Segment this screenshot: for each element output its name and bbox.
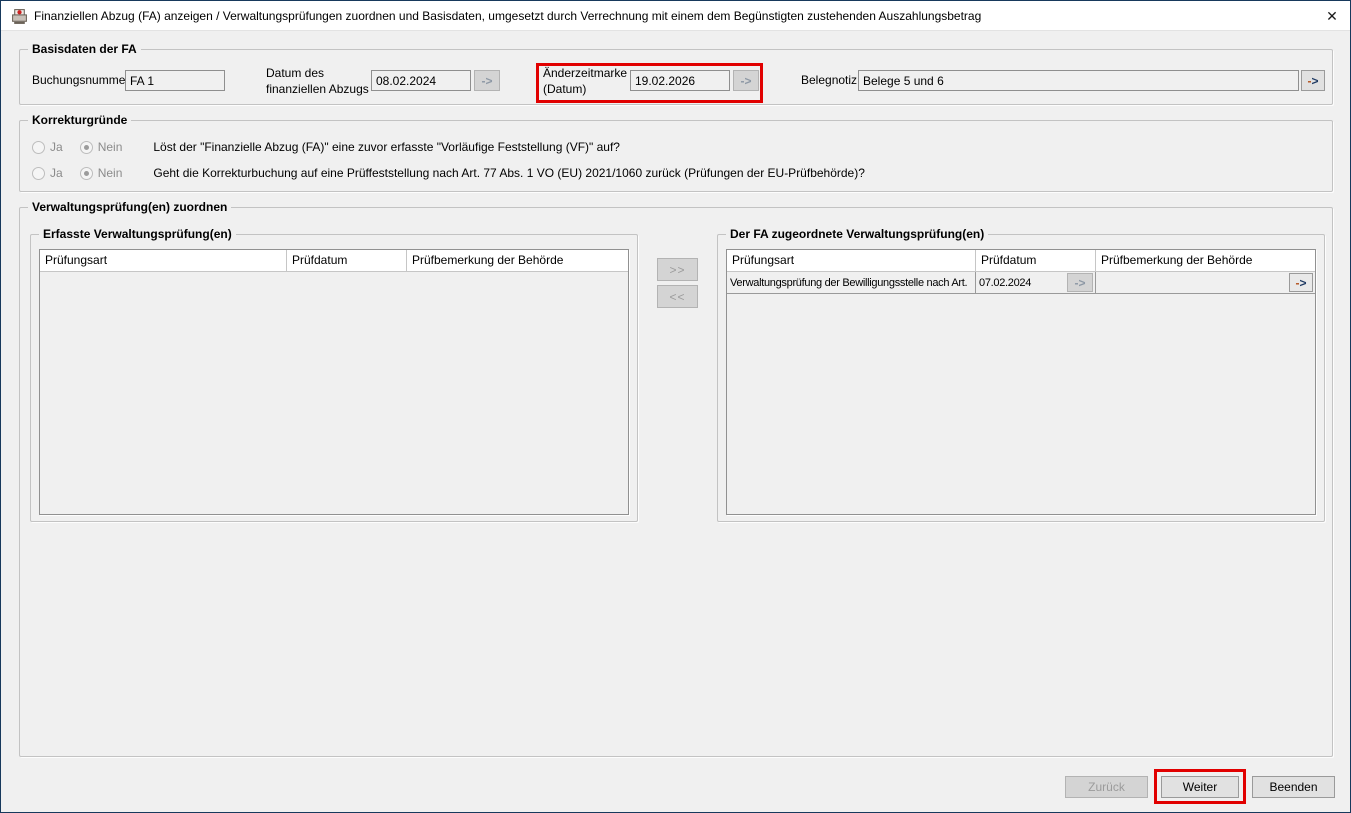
- vf-question-text: Löst der "Finanzielle Abzug (FA)" eine z…: [153, 140, 620, 154]
- vf-ja-label: Ja: [50, 140, 63, 154]
- aenderzeitmarke-picker-button: ->: [733, 70, 759, 91]
- pruef-ja-label: Ja: [50, 166, 63, 180]
- erfasste-col-pruefbemerkung: Prüfbemerkung der Behörde: [407, 250, 628, 271]
- pruef-ja-radio: [32, 167, 45, 180]
- dialog-window: Finanziellen Abzug (FA) anzeigen / Verwa…: [0, 0, 1351, 813]
- group-zuordnen-legend: Verwaltungsprüfung(en) zuordnen: [28, 200, 231, 214]
- cell-pruefbemerkung: ->: [1096, 272, 1315, 293]
- table-row[interactable]: Verwaltungsprüfung der Bewilligungsstell…: [727, 272, 1315, 294]
- cell-pruefdatum: 07.02.2024 ->: [976, 272, 1096, 293]
- group-zugeordnete: Der FA zugeordnete Verwaltungsprüfung(en…: [717, 234, 1325, 522]
- vf-ja-radio: [32, 141, 45, 154]
- pruef-nein-radio: [80, 167, 93, 180]
- belegnotiz-label: Belegnotiz: [801, 73, 857, 89]
- pruefdatum-expand-button: ->: [1067, 273, 1093, 292]
- erfasste-table: Prüfungsart Prüfdatum Prüfbemerkung der …: [39, 249, 629, 515]
- buchungsnummer-label: Buchungsnummer: [32, 73, 129, 89]
- erfasste-col-pruefdatum: Prüfdatum: [287, 250, 407, 271]
- pruefbemerkung-expand-button[interactable]: ->: [1289, 273, 1313, 292]
- pruef-nein-label: Nein: [98, 166, 123, 180]
- pruef-question-text: Geht die Korrekturbuchung auf eine Prüff…: [153, 166, 865, 180]
- belegnotiz-input[interactable]: [858, 70, 1299, 91]
- move-right-button: >>: [657, 258, 698, 281]
- aenderzeitmarke-label: Änderzeitmarke (Datum): [543, 66, 633, 97]
- datum-abzug-input[interactable]: [371, 70, 471, 91]
- zugeordnete-table-header: Prüfungsart Prüfdatum Prüfbemerkung der …: [727, 250, 1315, 272]
- belegnotiz-expand-button[interactable]: ->: [1301, 70, 1325, 91]
- move-left-button: <<: [657, 285, 698, 308]
- beenden-button[interactable]: Beenden: [1252, 776, 1335, 798]
- group-korrekturgruende: Korrekturgründe Ja Nein Löst der "Finanz…: [19, 120, 1333, 192]
- group-basisdaten-legend: Basisdaten der FA: [28, 42, 141, 56]
- datum-abzug-label: Datum des finanziellen Abzugs: [266, 66, 371, 97]
- vf-nein-label: Nein: [98, 140, 123, 154]
- weiter-button[interactable]: Weiter: [1161, 776, 1239, 798]
- group-erfasste: Erfasste Verwaltungsprüfung(en) Prüfungs…: [30, 234, 638, 522]
- titlebar: Finanziellen Abzug (FA) anzeigen / Verwa…: [1, 1, 1350, 31]
- group-korrekturgruende-legend: Korrekturgründe: [28, 113, 131, 127]
- erfasste-col-pruefungsart: Prüfungsart: [40, 250, 287, 271]
- zugeordnete-col-pruefdatum: Prüfdatum: [976, 250, 1096, 271]
- group-erfasste-legend: Erfasste Verwaltungsprüfung(en): [39, 227, 236, 241]
- group-zuordnen: Verwaltungsprüfung(en) zuordnen Erfasste…: [19, 207, 1333, 757]
- zurueck-button: Zurück: [1065, 776, 1148, 798]
- close-icon[interactable]: ✕: [1319, 4, 1345, 28]
- erfasste-table-header: Prüfungsart Prüfdatum Prüfbemerkung der …: [40, 250, 628, 272]
- vf-nein-radio: [80, 141, 93, 154]
- aenderzeitmarke-input[interactable]: [630, 70, 730, 91]
- group-zugeordnete-legend: Der FA zugeordnete Verwaltungsprüfung(en…: [726, 227, 988, 241]
- window-title: Finanziellen Abzug (FA) anzeigen / Verwa…: [34, 9, 981, 23]
- cell-pruefungsart: Verwaltungsprüfung der Bewilligungsstell…: [727, 272, 976, 293]
- buchungsnummer-input[interactable]: [125, 70, 225, 91]
- group-basisdaten: Basisdaten der FA Buchungsnummer Datum d…: [19, 49, 1333, 105]
- zugeordnete-col-pruefbemerkung: Prüfbemerkung der Behörde: [1096, 250, 1315, 271]
- zugeordnete-col-pruefungsart: Prüfungsart: [727, 250, 976, 271]
- zugeordnete-table: Prüfungsart Prüfdatum Prüfbemerkung der …: [726, 249, 1316, 515]
- app-icon: [11, 8, 28, 25]
- datum-abzug-picker-button: ->: [474, 70, 500, 91]
- question-row-pruef: Ja Nein Geht die Korrekturbuchung auf ei…: [32, 164, 865, 182]
- question-row-vf: Ja Nein Löst der "Finanzielle Abzug (FA)…: [32, 138, 620, 156]
